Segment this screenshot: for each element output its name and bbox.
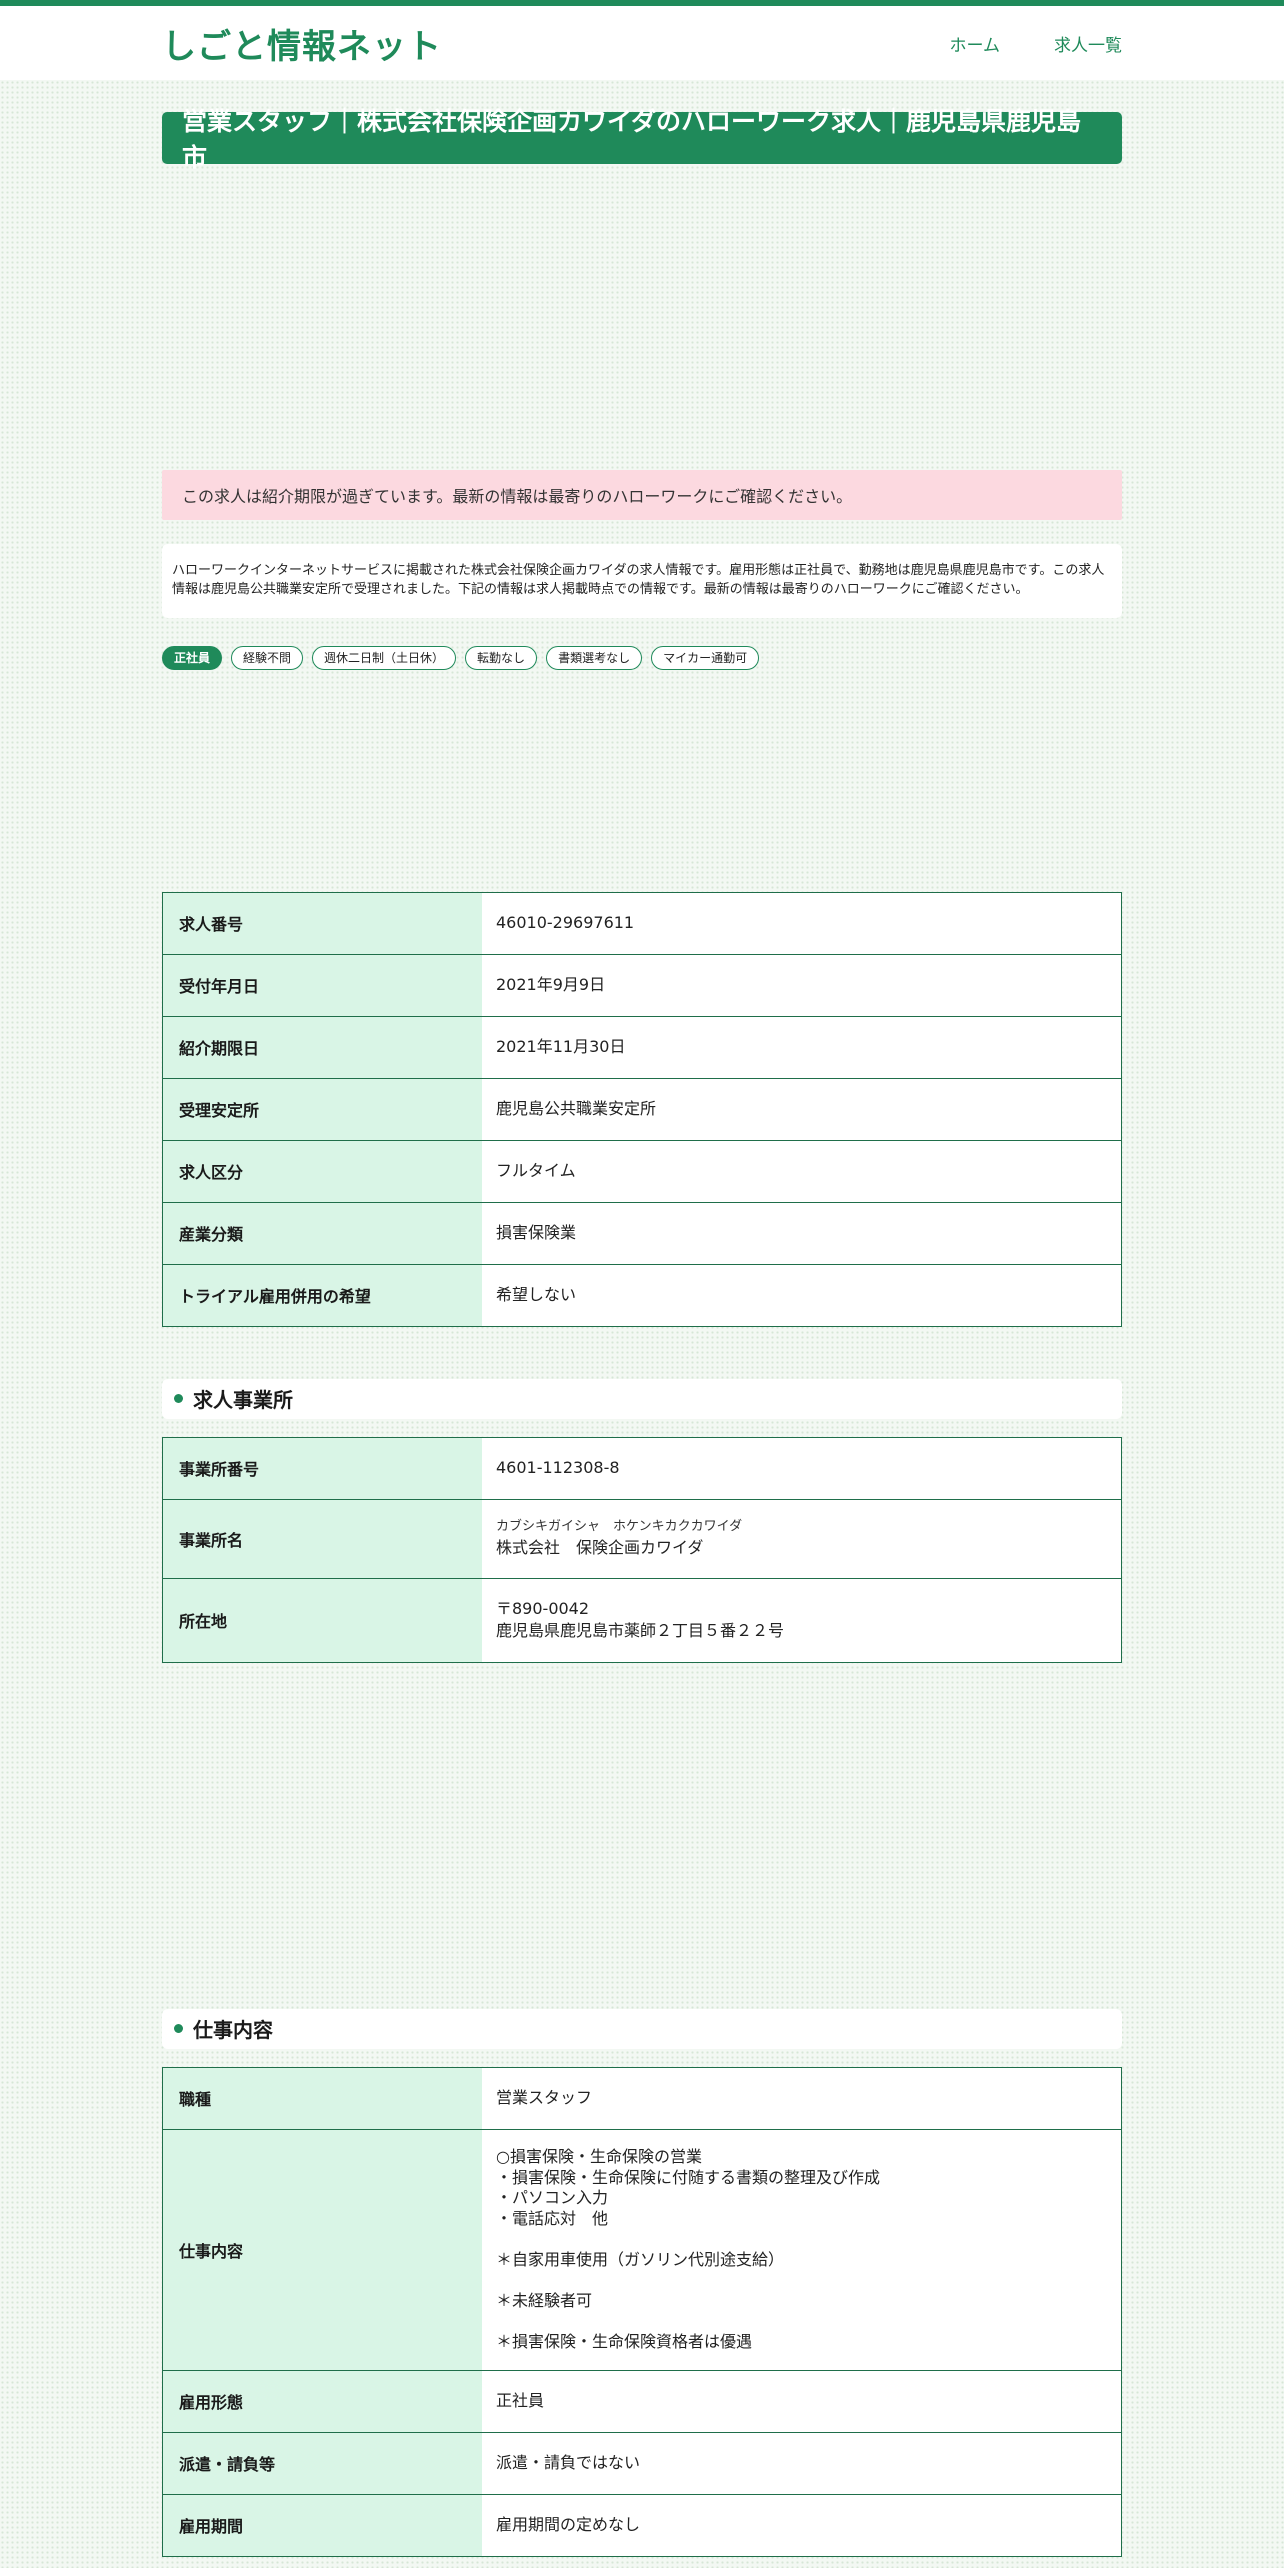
row-label: トライアル雇用併用の希望: [162, 1264, 482, 1327]
row-label: 受付年月日: [162, 954, 482, 1017]
row-label: 雇用形態: [162, 2370, 482, 2433]
row-value: 4601-112308-8: [482, 1437, 1122, 1500]
job-details-table: 職種 営業スタッフ 仕事内容 ○損害保険・生命保険の営業 ・損害保険・生命保険に…: [162, 2066, 1122, 2557]
row-label: 雇用期間: [162, 2494, 482, 2557]
row-value: 46010-29697611: [482, 892, 1122, 955]
row-label: 紹介期限日: [162, 1016, 482, 1079]
company-name-kana: カブシキガイシャ ホケンキカクカワイダ: [496, 1519, 743, 1535]
tag-badge: 書類選考なし: [546, 645, 643, 670]
table-row: 産業分類 損害保険業: [162, 1202, 1122, 1265]
bullet-dot-icon: [174, 1394, 183, 1404]
row-value: 正社員: [482, 2370, 1122, 2433]
row-value: 2021年11月30日: [482, 1016, 1122, 1079]
row-label: 派遣・請負等: [162, 2432, 482, 2495]
row-value: 派遣・請負ではない: [482, 2432, 1122, 2495]
table-row: 雇用形態 正社員: [162, 2370, 1122, 2433]
row-label: 受理安定所: [162, 1078, 482, 1141]
table-row: 求人区分 フルタイム: [162, 1140, 1122, 1203]
page-title: 営業スタッフ｜株式会社保険企画カワイダのハローワーク求人｜鹿児島県鹿児島市: [162, 107, 1122, 172]
row-label: 事業所名: [162, 1499, 482, 1579]
row-value: カブシキガイシャ ホケンキカクカワイダ 株式会社 保険企画カワイダ: [482, 1499, 1122, 1579]
tag-badge: 転勤なし: [465, 645, 538, 670]
job-intro-text: ハローワークインターネットサービスに掲載された株式会社保険企画カワイダの求人情報…: [162, 544, 1122, 618]
row-value: 2021年9月9日: [482, 954, 1122, 1017]
ad-space: [162, 1663, 1122, 2009]
row-label: 求人番号: [162, 892, 482, 955]
section-heading-text: 求人事業所: [193, 1388, 293, 1413]
section-heading-job: 仕事内容: [162, 2008, 1122, 2049]
row-value: 営業スタッフ: [482, 2067, 1122, 2130]
job-content-text: ○損害保険・生命保険の営業 ・損害保険・生命保険に付随する書類の整理及び作成 ・…: [496, 2147, 881, 2351]
row-value: 雇用期間の定めなし: [482, 2494, 1122, 2557]
row-value: 損害保険業: [482, 1202, 1122, 1265]
expired-notice: この求人は紹介期限が過ぎています。最新の情報は最寄りのハローワークにご確認くださ…: [162, 470, 1122, 520]
ad-space: [162, 164, 1122, 470]
nav-job-list-link[interactable]: 求人一覧: [1054, 31, 1122, 56]
tag-badge: 週休二日制（土日休）: [312, 645, 457, 670]
employer-table: 事業所番号 4601-112308-8 事業所名 カブシキガイシャ ホケンキカク…: [162, 1436, 1122, 1663]
table-row: 仕事内容 ○損害保険・生命保険の営業 ・損害保険・生命保険に付随する書類の整理及…: [162, 2129, 1122, 2371]
postal-code: 〒890-0042: [496, 1598, 590, 1618]
table-row: トライアル雇用併用の希望 希望しない: [162, 1264, 1122, 1327]
table-row: 受付年月日 2021年9月9日: [162, 954, 1122, 1017]
job-summary-table: 求人番号 46010-29697611 受付年月日 2021年9月9日 紹介期限日 2…: [162, 891, 1122, 1327]
row-label: 事業所番号: [162, 1437, 482, 1500]
row-label: 所在地: [162, 1578, 482, 1663]
row-label: 職種: [162, 2067, 482, 2130]
row-label: 求人区分: [162, 1140, 482, 1203]
row-value: 鹿児島公共職業安定所: [482, 1078, 1122, 1141]
table-row: 雇用期間 雇用期間の定めなし: [162, 2494, 1122, 2557]
table-row: 求人番号 46010-29697611: [162, 892, 1122, 955]
main-content: 営業スタッフ｜株式会社保険企画カワイダのハローワーク求人｜鹿児島県鹿児島市 この…: [162, 107, 1122, 2557]
table-row: 派遣・請負等 派遣・請負ではない: [162, 2432, 1122, 2495]
row-label: 仕事内容: [162, 2129, 482, 2371]
row-label: 産業分類: [162, 1202, 482, 1265]
nav-home-link[interactable]: ホーム: [950, 31, 1001, 56]
site-logo[interactable]: しごと情報ネット: [162, 19, 442, 68]
main-nav: ホーム 求人一覧: [950, 31, 1123, 56]
company-name: 株式会社 保険企画カワイダ: [496, 1537, 704, 1557]
row-value: 〒890-0042 鹿児島県鹿児島市薬師２丁目５番２２号: [482, 1578, 1122, 1663]
site-header: しごと情報ネット ホーム 求人一覧: [0, 6, 1284, 80]
table-row: 事業所名 カブシキガイシャ ホケンキカクカワイダ 株式会社 保険企画カワイダ: [162, 1499, 1122, 1579]
tag-list: 正社員 経験不問 週休二日制（土日休） 転勤なし 書類選考なし マイカー通勤可: [162, 645, 1122, 670]
section-heading-employer: 求人事業所: [162, 1378, 1122, 1419]
table-row: 受理安定所 鹿児島公共職業安定所: [162, 1078, 1122, 1141]
table-row: 所在地 〒890-0042 鹿児島県鹿児島市薬師２丁目５番２２号: [162, 1578, 1122, 1663]
table-row: 紹介期限日 2021年11月30日: [162, 1016, 1122, 1079]
tag-badge: マイカー通勤可: [651, 645, 760, 670]
section-heading-text: 仕事内容: [193, 2018, 273, 2043]
row-value: フルタイム: [482, 1140, 1122, 1203]
ad-space: [162, 670, 1122, 892]
row-value: ○損害保険・生命保険の営業 ・損害保険・生命保険に付随する書類の整理及び作成 ・…: [482, 2129, 1122, 2371]
row-value: 希望しない: [482, 1264, 1122, 1327]
tag-badge: 正社員: [162, 645, 223, 670]
tag-badge: 経験不問: [231, 645, 304, 670]
table-row: 職種 営業スタッフ: [162, 2067, 1122, 2130]
table-row: 事業所番号 4601-112308-8: [162, 1437, 1122, 1500]
address: 鹿児島県鹿児島市薬師２丁目５番２２号: [496, 1621, 785, 1641]
bullet-dot-icon: [174, 2024, 183, 2034]
